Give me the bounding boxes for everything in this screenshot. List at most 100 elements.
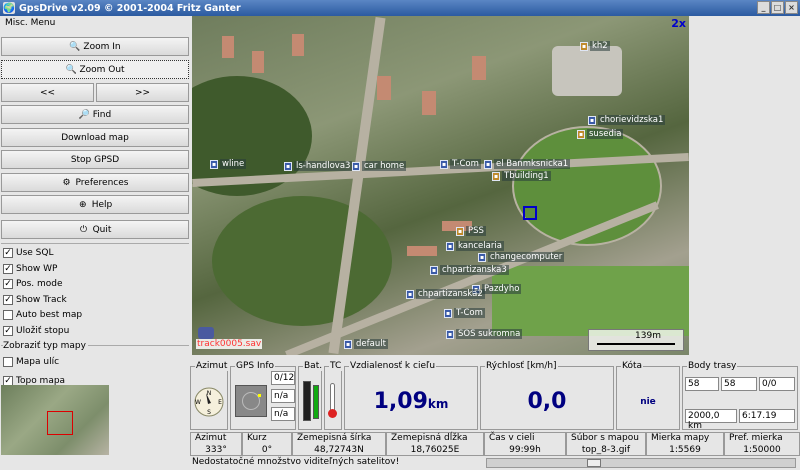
waypoint[interactable]: ▪ changecomputer bbox=[478, 251, 565, 263]
lock-icon: ▪ bbox=[444, 308, 452, 318]
map-view[interactable]: 2x ▪ kh2 ▪ chorievidzska1 ▪ susedia ▪ wline … bbox=[192, 16, 689, 355]
minimize-button[interactable]: _ bbox=[757, 1, 770, 14]
battery-label: Bat. bbox=[303, 361, 324, 371]
find-button[interactable]: 🔎 Find bbox=[1, 105, 189, 124]
checkbox-show-track[interactable]: ✓ Show Track bbox=[3, 293, 67, 307]
trackpoints-frame: Body trasy 58 58 0/0 2000,0 km 6:17.19 bbox=[682, 361, 798, 431]
scale-label: 139m bbox=[635, 331, 661, 341]
waypoint[interactable]: ▪ SOS sukromna bbox=[446, 328, 523, 340]
checkbox-save-track[interactable]: ✓ Uložiť stopu bbox=[3, 324, 69, 338]
quit-label: Quit bbox=[92, 224, 112, 235]
status-value: top_8-3.gif bbox=[581, 445, 631, 455]
minimap[interactable] bbox=[1, 385, 109, 455]
checkbox-box[interactable]: ✓ bbox=[3, 295, 13, 305]
stop-gpsd-button[interactable]: Stop GPSD bbox=[1, 150, 189, 169]
checkbox-box[interactable]: ✓ bbox=[3, 248, 13, 258]
checkbox-box[interactable]: ✓ bbox=[3, 326, 13, 336]
waypoint[interactable]: ▪ PSS bbox=[456, 225, 486, 237]
track-file-label: track0005.sav bbox=[196, 339, 263, 349]
message-bar: Nedostatočné množstvo viditeľných sateli… bbox=[190, 456, 800, 470]
checkbox-pos-mode[interactable]: ✓ Pos. mode bbox=[3, 277, 63, 291]
waypoint-label: ls-handlova3 bbox=[294, 161, 353, 171]
status-value: 1:50000 bbox=[743, 445, 781, 455]
maximize-button[interactable]: □ bbox=[771, 1, 784, 14]
waypoint-label: kh2 bbox=[590, 41, 610, 51]
next-map-button[interactable]: >> bbox=[96, 83, 189, 102]
lock-icon: ▪ bbox=[478, 252, 486, 262]
checkbox-box[interactable] bbox=[3, 310, 13, 320]
lifebuoy-icon: ⊕ bbox=[78, 199, 87, 210]
track-time: 6:17.19 bbox=[739, 409, 795, 423]
scale-line bbox=[597, 343, 675, 345]
waypoint[interactable]: ▪ T-Com bbox=[440, 158, 481, 170]
waypoint-label: kancelaria bbox=[456, 241, 504, 251]
scale-slider[interactable] bbox=[486, 458, 796, 468]
quit-button[interactable]: ⏻ Quit bbox=[1, 220, 189, 239]
checkbox-box[interactable]: ✓ bbox=[3, 264, 13, 274]
battery-icon bbox=[303, 381, 311, 421]
minimap-viewport-marker bbox=[47, 411, 73, 435]
waypoint-label: el Banmksnicka1 bbox=[494, 159, 571, 169]
checkbox-label: Show Track bbox=[16, 295, 67, 305]
prev-map-button[interactable]: << bbox=[1, 83, 94, 102]
trackpoints-value: 58 bbox=[685, 377, 719, 391]
zoom-in-button[interactable]: 🔍 Zoom In bbox=[1, 37, 189, 56]
waypoint[interactable]: ▪ chorievidzska1 bbox=[588, 114, 666, 126]
lock-icon: ▪ bbox=[440, 159, 448, 169]
speed-frame: Rýchlosť [km/h] 0,0 bbox=[480, 361, 614, 430]
waypoint[interactable]: ▪ el Banmksnicka1 bbox=[484, 158, 571, 170]
building bbox=[407, 246, 437, 256]
distance-unit: km bbox=[427, 397, 449, 411]
close-button[interactable]: × bbox=[785, 1, 798, 14]
waypoint-label: default bbox=[354, 339, 388, 349]
checkbox-use-sql[interactable]: ✓ Use SQL bbox=[3, 246, 54, 260]
status-label: Súbor s mapou bbox=[571, 433, 639, 443]
waypoint[interactable]: ▪ default bbox=[344, 338, 388, 350]
waypoint[interactable]: ▪ T-Com bbox=[444, 307, 485, 319]
status-value: 1:5569 bbox=[669, 445, 701, 455]
temperature-label: TC bbox=[329, 361, 343, 371]
waypoint-label: PSS bbox=[466, 226, 486, 236]
waypoint-label: changecomputer bbox=[488, 252, 565, 262]
waypoint[interactable]: ▪ kh2 bbox=[580, 40, 610, 52]
waypoint-label: chpartizanska2 bbox=[416, 289, 485, 299]
misc-menu[interactable]: Misc. Menu bbox=[0, 16, 190, 34]
waypoint-label: Tbuilding1 bbox=[502, 171, 551, 181]
thermometer-bulb bbox=[328, 409, 337, 418]
status-prefscale: Pref. mierka 1:50000 bbox=[724, 432, 800, 456]
waypoint[interactable]: ▪ chpartizanska3 bbox=[430, 264, 509, 276]
destination-marker bbox=[523, 206, 537, 220]
checkbox-auto-best-map[interactable]: Auto best map bbox=[3, 308, 82, 322]
waypoint[interactable]: ▪ Tbuilding1 bbox=[492, 170, 551, 182]
building bbox=[222, 36, 234, 58]
magnifier-minus-icon: 🔍 bbox=[65, 64, 77, 75]
preferences-button[interactable]: ⚙ Preferences bbox=[1, 173, 189, 192]
map-zoom-indicator: 2x bbox=[671, 17, 686, 30]
lock-icon: ▪ bbox=[492, 171, 500, 181]
status-azimut: Azimut 333° bbox=[190, 432, 242, 456]
checkbox-box[interactable] bbox=[3, 357, 13, 367]
find-icon: 🔎 bbox=[78, 109, 90, 120]
industrial-area bbox=[552, 46, 622, 96]
status-row: Azimut 333° Kurz 0° Zemepisná šírka 48,7274… bbox=[190, 432, 800, 456]
status-message: Nedostatočné množstvo viditeľných sateli… bbox=[192, 457, 400, 467]
distance-value-container: 1,09km bbox=[345, 389, 477, 414]
waypoint[interactable]: ▪ chpartizanska2 bbox=[406, 288, 485, 300]
distance-value: 1,09 bbox=[373, 389, 428, 414]
satellite-view-icon[interactable] bbox=[235, 385, 267, 417]
gps-info-label: GPS Info bbox=[235, 361, 276, 371]
checkbox-label: Show WP bbox=[16, 264, 58, 274]
waypoint[interactable]: ▪ wline bbox=[210, 158, 247, 170]
waypoint[interactable]: ▪ car home bbox=[352, 160, 407, 172]
download-map-button[interactable]: Download map bbox=[1, 128, 189, 147]
building bbox=[292, 34, 304, 56]
scale-slider-handle[interactable] bbox=[587, 459, 601, 467]
zoom-out-button[interactable]: 🔍 Zoom Out bbox=[1, 60, 189, 79]
checkbox-box[interactable]: ✓ bbox=[3, 279, 13, 289]
help-button[interactable]: ⊕ Help bbox=[1, 195, 189, 214]
waypoint[interactable]: ▪ susedia bbox=[577, 128, 624, 140]
checkbox-street-map[interactable]: Mapa ulíc bbox=[3, 355, 59, 369]
waypoint[interactable]: ▪ ls-handlova3 bbox=[284, 160, 353, 172]
exit-icon: ⏻ bbox=[80, 224, 88, 235]
checkbox-show-wp[interactable]: ✓ Show WP bbox=[3, 262, 57, 276]
